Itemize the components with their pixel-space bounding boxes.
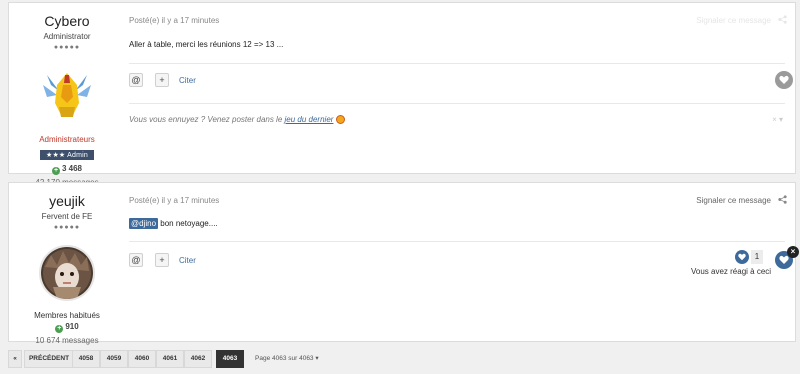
post-2: yeujik Fervent de FE ●●●●● Membres habit… bbox=[8, 182, 799, 345]
group-name: Administrateurs bbox=[39, 135, 95, 144]
reputation: +910 bbox=[9, 322, 125, 333]
user-mention[interactable]: @djino bbox=[129, 218, 159, 229]
react-button[interactable] bbox=[775, 71, 793, 89]
post-body: @djino bon netoyage.... bbox=[129, 218, 218, 229]
heart-icon bbox=[779, 255, 789, 264]
heart-icon bbox=[779, 75, 789, 84]
page-link[interactable]: 4061 bbox=[156, 350, 184, 368]
previous-page-button[interactable]: PRÉCÉDENT bbox=[24, 350, 74, 368]
group-name: Membres habitués bbox=[34, 311, 100, 320]
plus-icon: + bbox=[55, 325, 64, 333]
author-title: Fervent de FE bbox=[41, 212, 93, 221]
signature-close-button[interactable]: × ▾ bbox=[772, 115, 783, 124]
reacted-status: Vous avez réagi à ceci bbox=[691, 267, 772, 276]
signature-text: Vous vous ennuyez ? Venez poster dans le bbox=[129, 115, 285, 124]
page-link[interactable]: 4060 bbox=[128, 350, 156, 368]
page-link[interactable]: 4062 bbox=[184, 350, 212, 368]
post-date[interactable]: Posté(e) il y a 17 minutes bbox=[129, 196, 219, 205]
signature: Vous vous ennuyez ? Venez poster dans le… bbox=[129, 115, 345, 124]
report-link[interactable]: Signaler ce message bbox=[696, 196, 771, 205]
divider bbox=[129, 103, 785, 104]
post-1: Cybero Administrator ●●●●● Administrateu… bbox=[8, 2, 796, 187]
reaction-indicator[interactable] bbox=[735, 250, 749, 264]
post-body: Aller à table, merci les réunions 12 => … bbox=[129, 40, 284, 49]
post-body-text: bon netoyage.... bbox=[158, 219, 218, 228]
page-link[interactable]: 4058 bbox=[72, 350, 100, 368]
author-name[interactable]: yeujik bbox=[9, 193, 125, 209]
mention-button[interactable]: @ bbox=[129, 253, 143, 267]
heart-icon bbox=[738, 253, 746, 261]
rank-pips: ●●●●● bbox=[53, 44, 81, 51]
author-title: Administrator bbox=[43, 32, 91, 41]
avatar[interactable] bbox=[37, 63, 97, 123]
share-icon[interactable] bbox=[778, 195, 787, 204]
first-page-button[interactable]: « bbox=[8, 350, 22, 368]
post-content: Posté(e) il y a 17 minutes Signaler ce m… bbox=[129, 183, 799, 341]
author-panel: Cybero Administrator ●●●●● Administrateu… bbox=[9, 3, 125, 187]
plus-icon: + bbox=[51, 167, 60, 175]
avatar[interactable] bbox=[39, 245, 95, 301]
signature-link[interactable]: jeu du dernier bbox=[285, 115, 334, 124]
share-icon[interactable] bbox=[778, 15, 787, 24]
reputation: +3 468 bbox=[9, 164, 125, 175]
page-link[interactable]: 4059 bbox=[100, 350, 128, 368]
current-page[interactable]: 4063 bbox=[216, 350, 244, 368]
post-date[interactable]: Posté(e) il y a 17 minutes bbox=[129, 16, 219, 25]
report-link[interactable]: Signaler ce message bbox=[696, 16, 771, 25]
multiquote-button[interactable]: + bbox=[155, 73, 169, 87]
smiley-icon bbox=[335, 115, 345, 124]
reputation-value: 910 bbox=[65, 322, 79, 331]
divider bbox=[129, 63, 785, 64]
mention-button[interactable]: @ bbox=[129, 73, 143, 87]
reputation-value: 3 468 bbox=[61, 164, 83, 173]
avatar-image bbox=[43, 73, 91, 117]
quote-button[interactable]: Citer bbox=[179, 76, 196, 85]
multiquote-button[interactable]: + bbox=[155, 253, 169, 267]
close-icon[interactable]: × bbox=[787, 246, 799, 258]
divider bbox=[129, 241, 785, 242]
page-info-dropdown[interactable]: Page 4063 sur 4063 ▾ bbox=[255, 354, 319, 362]
admin-badge: ★★★ Admin bbox=[39, 150, 95, 160]
author-panel: yeujik Fervent de FE ●●●●● Membres habit… bbox=[9, 183, 125, 345]
rank-pips: ●●●●● bbox=[53, 224, 81, 231]
badge-row: ★★★ Admin bbox=[9, 144, 125, 162]
post-content: Posté(e) il y a 17 minutes Signaler ce m… bbox=[129, 3, 795, 173]
quote-button[interactable]: Citer bbox=[179, 256, 196, 265]
author-name[interactable]: Cybero bbox=[9, 13, 125, 29]
avatar-image bbox=[41, 247, 93, 299]
message-count: 10 674 messages bbox=[35, 336, 99, 345]
reaction-count[interactable]: 1 bbox=[751, 250, 763, 264]
